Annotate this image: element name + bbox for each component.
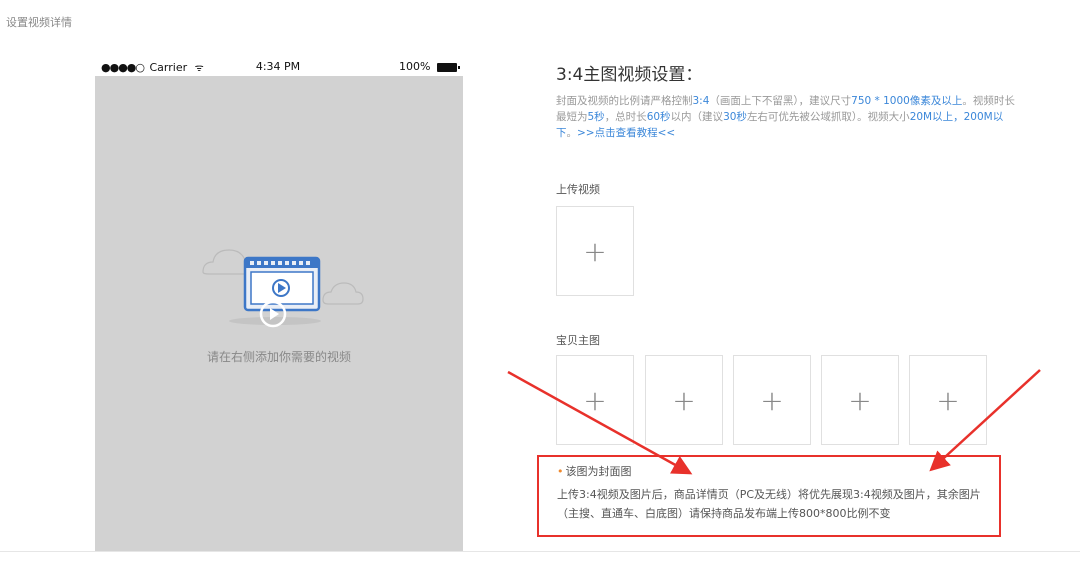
plus-icon: +: [848, 383, 872, 417]
main-image-slot-5[interactable]: +: [909, 355, 987, 445]
phone-status-bar: ●●●●○ Carrier ᯤ 4:34 PM 100%: [95, 58, 463, 76]
desc-text: 。: [566, 127, 578, 139]
main-image-slot-1[interactable]: +: [556, 355, 634, 445]
plus-icon: +: [672, 383, 696, 417]
desc-highlight: 750 * 1000像素及以上: [851, 95, 963, 107]
plus-icon: +: [760, 383, 784, 417]
bullet-dot-icon: •: [557, 465, 564, 478]
phone-preview: ●●●●○ Carrier ᯤ 4:34 PM 100% 请在右侧添加你需要的视…: [95, 58, 463, 552]
battery-icon: [437, 62, 460, 72]
carrier-label: Carrier: [149, 61, 188, 74]
upload-video-button[interactable]: +: [556, 206, 634, 296]
desc-text: 封面及视频的比例请严格控制: [556, 95, 693, 107]
status-battery: 100%: [399, 60, 460, 73]
desc-highlight: 30秒: [723, 111, 747, 123]
main-image-slot-2[interactable]: +: [645, 355, 723, 445]
desc-highlight: 5秒: [587, 111, 605, 123]
desc-text: 以内（建议: [670, 111, 724, 123]
settings-title: 3:4主图视频设置：: [556, 65, 703, 85]
wifi-icon: ᯤ: [194, 63, 204, 74]
desc-text: ，总时长: [604, 111, 647, 123]
cover-note-text: 上传3:4视频及图片后，商品详情页（PC及无线）将优先展现3:4视频及图片，其余…: [557, 488, 981, 520]
page-title: 设置视频详情: [6, 16, 72, 29]
cover-note-title-text: 该图为封面图: [565, 465, 632, 478]
signal-icon: ●●●●○: [101, 61, 145, 74]
main-image-slot-3[interactable]: +: [733, 355, 811, 445]
plus-icon: +: [583, 234, 607, 268]
divider: [0, 551, 1080, 552]
status-carrier: ●●●●○ Carrier ᯤ: [101, 60, 204, 74]
desc-text: 左右可优先被公域抓取）。视频大小: [746, 111, 910, 123]
desc-text: （画面上下不留黑），建议尺寸: [709, 95, 852, 107]
main-image-label: 宝贝主图: [556, 334, 600, 347]
status-time: 4:34 PM: [255, 60, 301, 73]
video-placeholder-icon: [202, 249, 364, 328]
plus-icon: +: [583, 383, 607, 417]
empty-video-hint: 请在右侧添加你需要的视频: [206, 350, 351, 364]
plus-icon: +: [936, 383, 960, 417]
main-image-slot-4[interactable]: +: [821, 355, 899, 445]
tutorial-link[interactable]: >>点击查看教程<<: [577, 127, 675, 139]
desc-highlight: 3:4: [692, 95, 710, 107]
cover-image-note: • 该图为封面图 上传3:4视频及图片后，商品详情页（PC及无线）将优先展现3:4…: [537, 455, 1001, 537]
settings-description: 封面及视频的比例请严格控制3:4（画面上下不留黑），建议尺寸750 * 1000…: [556, 93, 1016, 141]
cover-note-title: • 该图为封面图: [557, 463, 999, 479]
desc-highlight: 60秒: [646, 111, 671, 123]
battery-label: 100%: [399, 60, 431, 73]
upload-video-label: 上传视频: [556, 183, 600, 196]
